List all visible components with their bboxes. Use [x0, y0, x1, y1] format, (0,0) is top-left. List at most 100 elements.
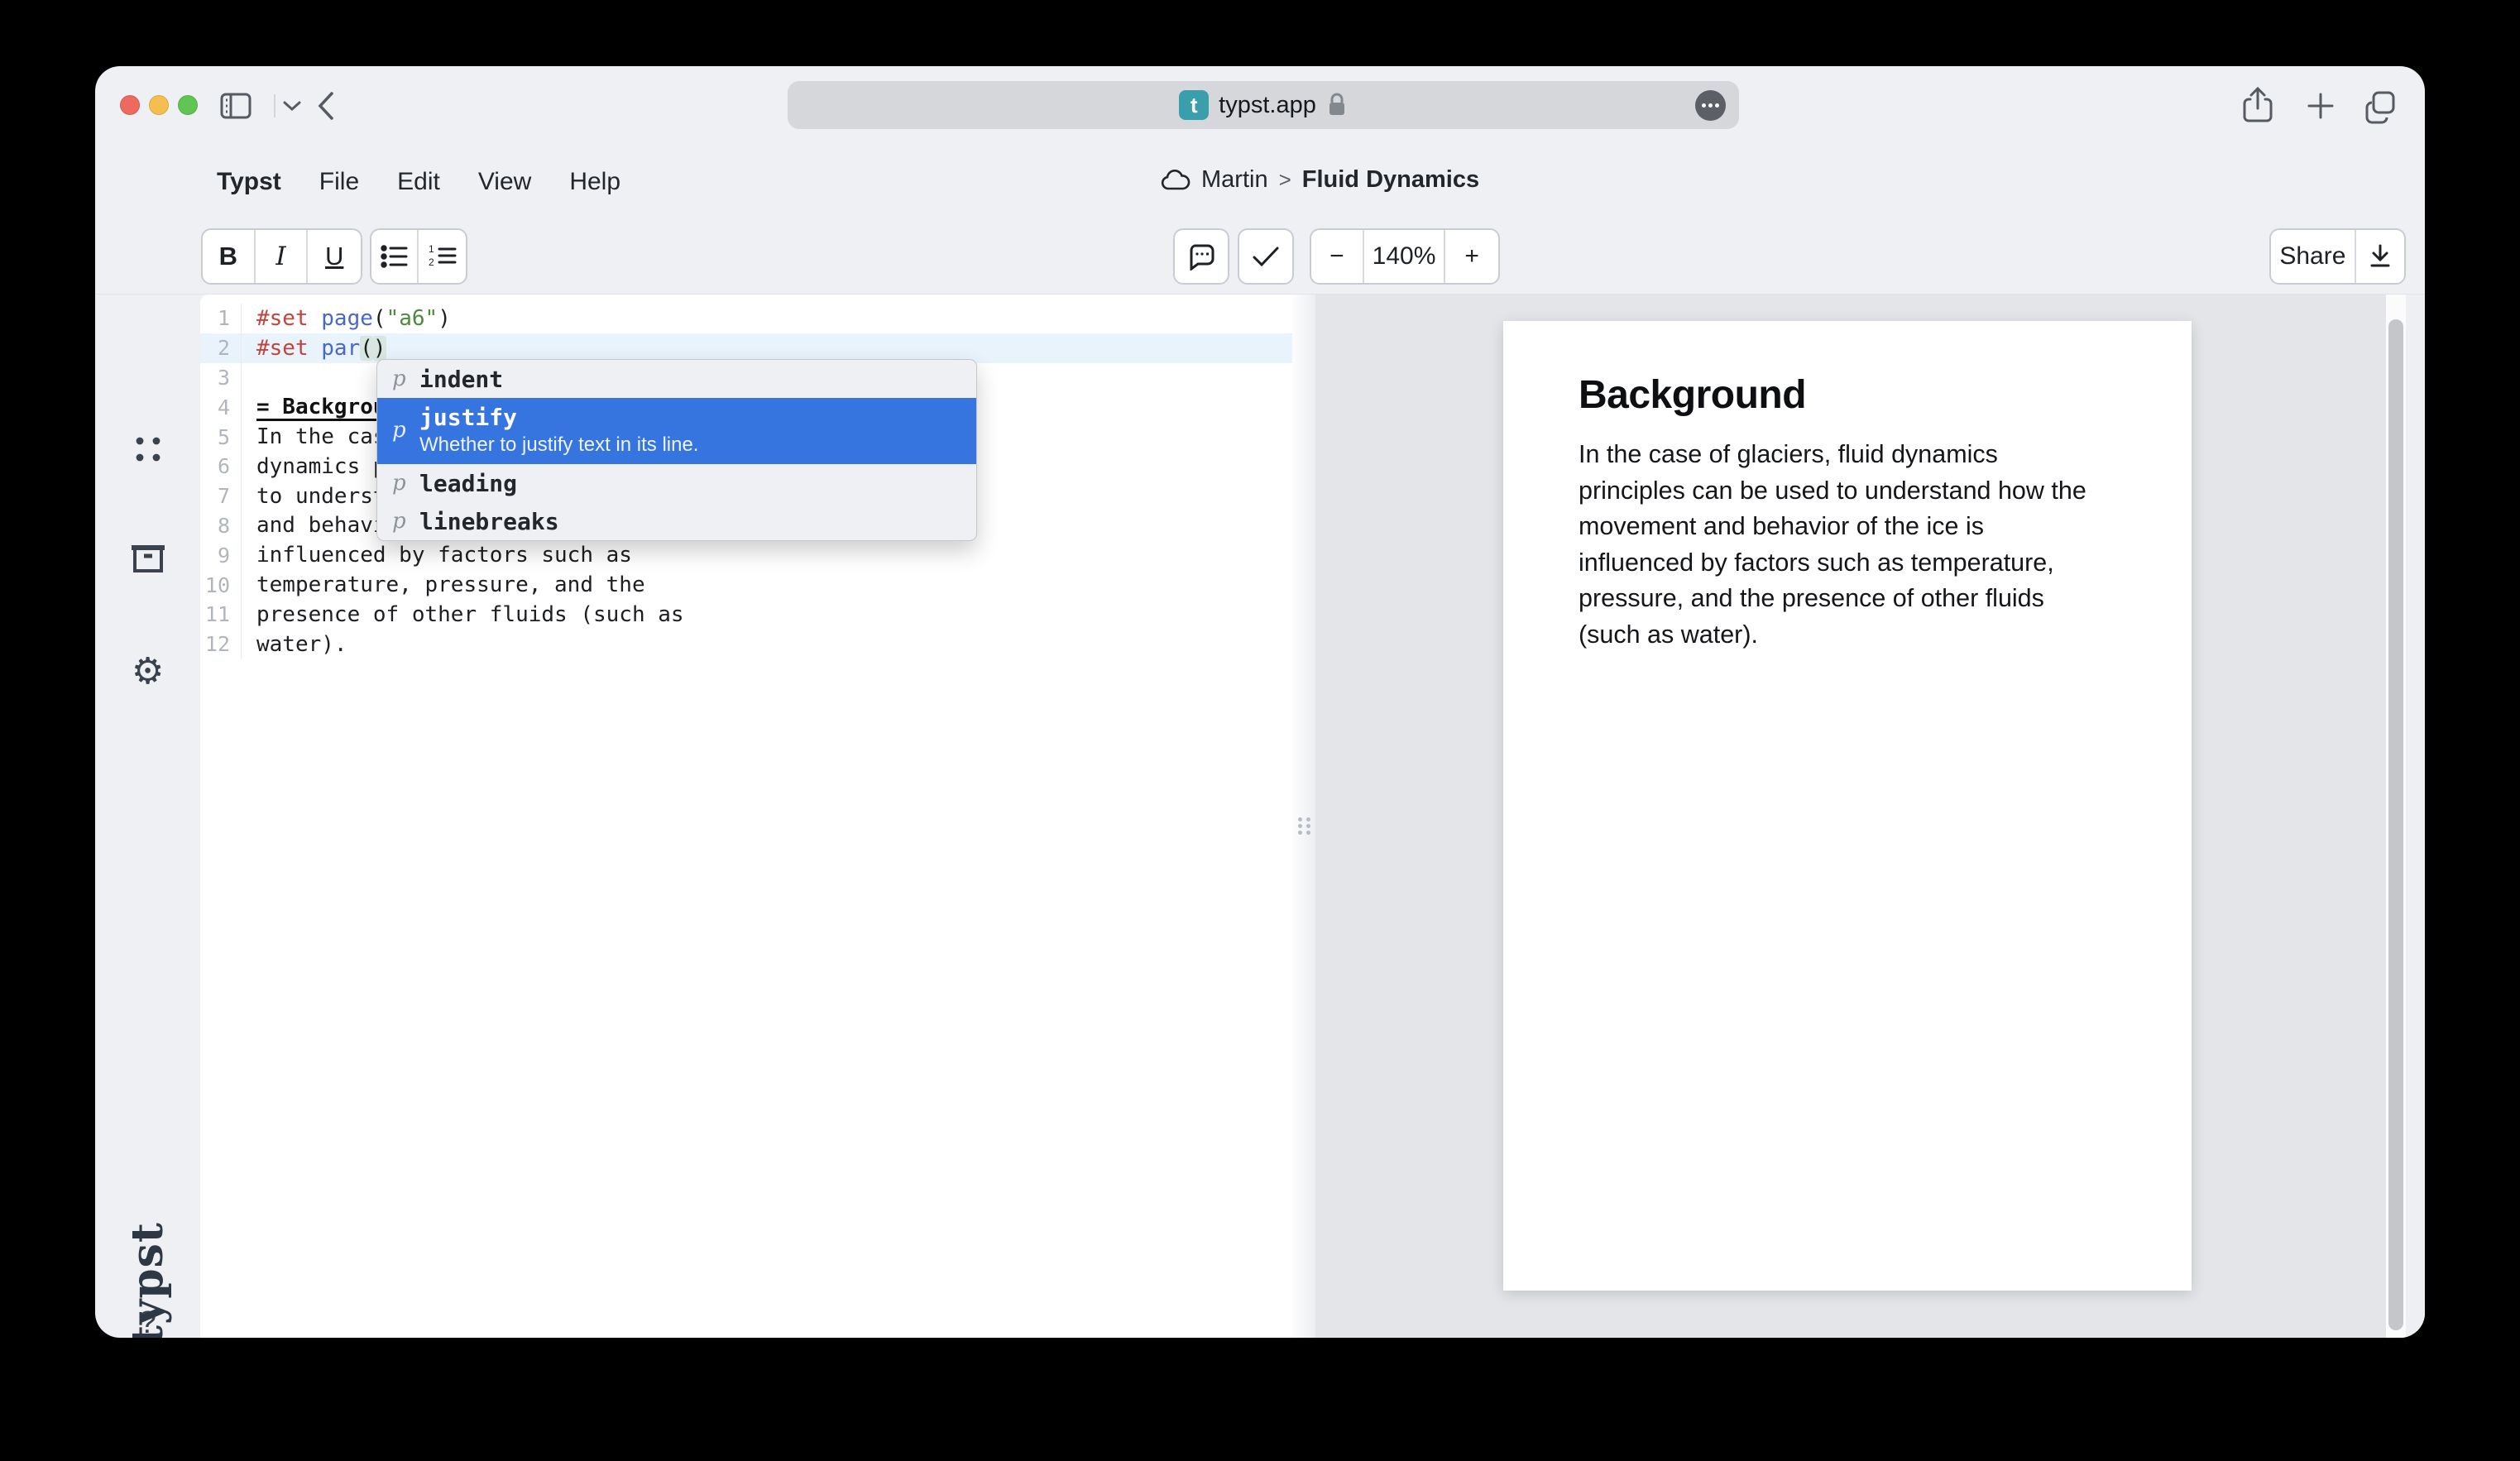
- autocomplete-popup: pindentpjustifyWhether to justify text i…: [376, 359, 977, 541]
- download-button[interactable]: [2356, 230, 2404, 283]
- code-text: #set page("a6"): [242, 306, 451, 331]
- preview-scrollbar-thumb[interactable]: [2388, 319, 2403, 1330]
- preview-paragraph-line: In the case of glaciers, fluid dynamics: [1579, 437, 2141, 473]
- chevron-down-icon[interactable]: [282, 100, 302, 112]
- breadcrumb-document-title[interactable]: Fluid Dynamics: [1302, 166, 1479, 194]
- reader-options-icon[interactable]: [1695, 90, 1726, 121]
- param-kind-icon: p: [392, 471, 412, 496]
- autocomplete-item-indent[interactable]: pindent: [377, 360, 976, 398]
- line-number: 7: [200, 481, 242, 511]
- italic-button[interactable]: I: [256, 230, 309, 283]
- zoom-out-button[interactable]: −: [1311, 230, 1364, 283]
- code-line[interactable]: 10temperature, pressure, and the: [200, 570, 1292, 600]
- line-number: 4: [200, 392, 242, 422]
- autocomplete-label: leading: [419, 470, 517, 497]
- new-tab-icon[interactable]: [2304, 89, 2337, 122]
- menu-item-help[interactable]: Help: [569, 168, 620, 196]
- bold-button[interactable]: B: [203, 230, 256, 283]
- files-grid-icon[interactable]: [95, 434, 200, 465]
- zoom-level[interactable]: 140%: [1364, 230, 1445, 283]
- page-heading: Background: [1579, 372, 1806, 418]
- browser-titlebar: t typst.app: [95, 66, 2425, 145]
- check-icon: [1252, 245, 1280, 268]
- code-text: temperature, pressure, and the: [242, 572, 645, 597]
- menu-item-typst[interactable]: Typst: [217, 168, 281, 196]
- code-line[interactable]: 9influenced by factors such as: [200, 540, 1292, 570]
- autocomplete-item-leading[interactable]: p leading: [377, 464, 976, 502]
- line-number: 1: [200, 304, 242, 333]
- check-button[interactable]: [1238, 228, 1294, 285]
- line-number: 3: [200, 363, 242, 393]
- line-number: 6: [200, 452, 242, 481]
- menu-item-view[interactable]: View: [478, 168, 531, 196]
- comment-icon: [1186, 242, 1216, 271]
- param-kind-icon: p: [392, 366, 412, 391]
- back-button-icon[interactable]: [315, 89, 337, 122]
- url-text: typst.app: [1219, 92, 1316, 119]
- preview-paragraph-line: (such as water).: [1579, 617, 2141, 654]
- autocomplete-label: indent: [419, 366, 503, 393]
- comment-button[interactable]: [1173, 228, 1229, 285]
- code-text: influenced by factors such as: [242, 543, 632, 568]
- line-number: 8: [200, 511, 242, 541]
- line-number: 11: [200, 600, 242, 630]
- bullet-list-icon: [381, 245, 409, 268]
- numbered-list-button[interactable]: 1 2: [419, 230, 466, 283]
- svg-text:2: 2: [429, 256, 434, 268]
- code-line[interactable]: 1#set page("a6"): [200, 304, 1292, 333]
- archive-box-icon[interactable]: [95, 543, 200, 576]
- toolbar-divider: [274, 94, 275, 117]
- address-bar[interactable]: t typst.app: [788, 81, 1739, 129]
- line-number: 2: [200, 333, 242, 363]
- code-text: #set par(): [242, 336, 386, 361]
- share-button[interactable]: Share: [2271, 230, 2356, 283]
- page-paragraph: In the case of glaciers, fluid dynamicsp…: [1579, 437, 2141, 653]
- browser-window: t typst.app Ty: [95, 66, 2425, 1338]
- breadcrumb-workspace[interactable]: Martin: [1201, 166, 1268, 194]
- preview-pane: Background In the case of glaciers, flui…: [1315, 295, 2425, 1338]
- settings-gear-icon[interactable]: ⚙: [95, 654, 200, 690]
- line-number: 12: [200, 630, 242, 659]
- breadcrumb-separator: >: [1279, 167, 1291, 193]
- line-number: 9: [200, 540, 242, 570]
- autocomplete-item-justify[interactable]: p justify Whether to justify text in its l…: [377, 398, 976, 464]
- cloud-icon: [1161, 170, 1191, 191]
- splitter-grip-icon[interactable]: [1298, 817, 1302, 822]
- preview-paragraph-line: pressure, and the presence of other flui…: [1579, 581, 2141, 617]
- download-icon: [2369, 244, 2392, 269]
- app-menubar: Typst File Edit View Help: [217, 168, 620, 196]
- autocomplete-label: justify: [419, 404, 698, 431]
- code-text: presence of other fluids (such as: [242, 602, 684, 627]
- code-line[interactable]: 11presence of other fluids (such as: [200, 600, 1292, 630]
- code-text: water).: [242, 632, 347, 657]
- browser-share-icon[interactable]: [2240, 86, 2275, 124]
- list-style-group: 1 2: [370, 228, 467, 285]
- minimize-window-button[interactable]: [149, 95, 169, 115]
- zoom-control-group: − 140% +: [1310, 228, 1500, 285]
- text-style-group: B I U: [201, 228, 362, 285]
- underline-button[interactable]: U: [308, 230, 361, 283]
- typst-logo: typst: [95, 1188, 200, 1338]
- lock-icon: [1326, 92, 1348, 118]
- pane-splitter[interactable]: [1292, 295, 1315, 1338]
- preview-paragraph-line: principles can be used to understand how…: [1579, 473, 2141, 510]
- autocomplete-description: Whether to justify text in its line.: [419, 434, 698, 457]
- sidebar-toggle-icon[interactable]: [219, 91, 252, 121]
- site-favicon: t: [1179, 90, 1209, 120]
- close-window-button[interactable]: [120, 95, 140, 115]
- bullet-list-button[interactable]: [371, 230, 419, 283]
- autocomplete-label: linebreaks: [419, 508, 559, 535]
- code-line[interactable]: 12water).: [200, 630, 1292, 659]
- menu-item-edit[interactable]: Edit: [397, 168, 440, 196]
- tab-overview-icon[interactable]: [2362, 88, 2398, 124]
- param-kind-icon: p: [392, 418, 412, 443]
- breadcrumb: Martin > Fluid Dynamics: [1161, 166, 1479, 194]
- numbered-list-icon: 1 2: [429, 244, 457, 269]
- share-group: Share: [2269, 228, 2406, 285]
- param-kind-icon: p: [392, 509, 412, 534]
- menu-item-file[interactable]: File: [319, 168, 359, 196]
- zoom-window-button[interactable]: [178, 95, 198, 115]
- zoom-in-button[interactable]: +: [1445, 230, 1498, 283]
- preview-paragraph-line: influenced by factors such as temperatur…: [1579, 545, 2141, 582]
- autocomplete-item-linebreaks[interactable]: p linebreaks: [377, 502, 976, 540]
